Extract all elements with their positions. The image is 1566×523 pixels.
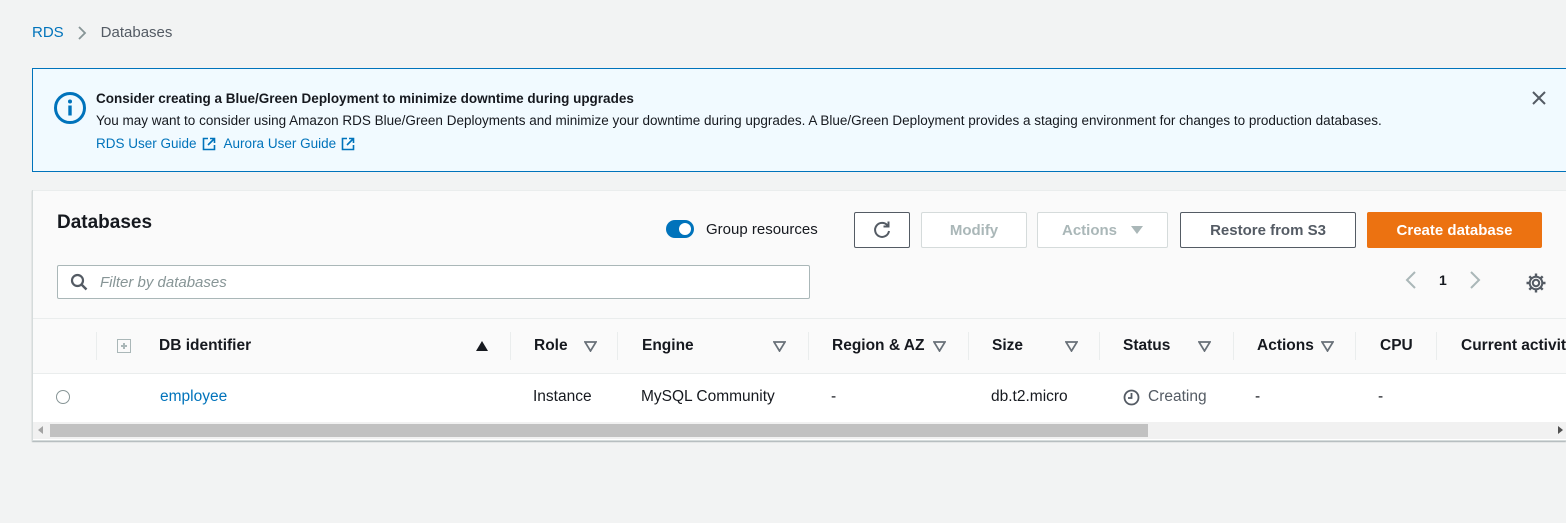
group-resources-label: Group resources (706, 220, 818, 238)
db-identifier-link[interactable]: employee (160, 388, 227, 406)
group-resources-toggle[interactable]: Group resources (666, 220, 818, 238)
panel-header (33, 190, 1566, 319)
column-label: Size (992, 337, 1024, 354)
refresh-button[interactable] (854, 212, 910, 248)
cpu-cell: - (1378, 388, 1384, 405)
column-label: Actions (1257, 337, 1314, 354)
rds-user-guide-label: RDS User Guide (96, 136, 197, 151)
actions-dropdown[interactable]: Actions (1037, 212, 1168, 248)
chevron-right-icon (78, 25, 87, 40)
size-cell: db.t2.micro (991, 388, 1068, 405)
column-label: Current activit (1461, 337, 1566, 354)
modify-button[interactable]: Modify (921, 212, 1027, 248)
column-divider (808, 332, 809, 360)
external-link-icon (341, 137, 355, 150)
breadcrumb: RDS Databases (32, 24, 172, 41)
column-header-current-activity[interactable]: Current activit (1461, 319, 1566, 373)
sort-down-icon[interactable] (1321, 341, 1334, 352)
sort-down-icon[interactable] (1065, 341, 1078, 352)
column-header-status[interactable]: Status (1123, 319, 1170, 373)
info-flashbar: Consider creating a Blue/Green Deploymen… (32, 68, 1566, 172)
filter-input[interactable] (98, 272, 782, 292)
column-header-role[interactable]: Role (534, 319, 568, 373)
column-label: Engine (642, 337, 694, 354)
pagination: 1 (1405, 270, 1481, 290)
column-divider (617, 332, 618, 360)
expand-all-icon[interactable] (117, 339, 131, 353)
refresh-icon (874, 221, 890, 238)
column-divider (1233, 332, 1234, 360)
panel-title: Databases (57, 212, 153, 233)
table-row[interactable]: employee Instance MySQL Community - db.t… (33, 374, 1566, 420)
column-divider (1436, 332, 1437, 360)
actions-cell: - (1255, 388, 1261, 405)
scroll-left-arrow-icon[interactable] (38, 426, 43, 434)
column-label: Role (534, 337, 568, 354)
column-divider (1355, 332, 1356, 360)
column-divider (1099, 332, 1100, 360)
role-cell: Instance (533, 388, 592, 405)
breadcrumb-rds-link[interactable]: RDS (32, 24, 64, 41)
info-icon (54, 92, 86, 124)
sort-down-icon[interactable] (584, 341, 597, 352)
table-header: DB identifier Role Engine Region & AZ Si… (33, 318, 1566, 374)
column-header-size[interactable]: Size (992, 319, 1023, 373)
horizontal-scrollbar[interactable] (33, 422, 1566, 439)
databases-panel: Databases Group resources Modify Actions… (32, 190, 1566, 441)
gear-icon[interactable] (1525, 272, 1547, 294)
clock-icon (1123, 389, 1140, 405)
actions-label: Actions (1061, 221, 1117, 239)
restore-from-s3-button[interactable]: Restore from S3 (1180, 212, 1356, 248)
status-cell: Creating (1123, 374, 1207, 420)
caret-down-icon (1131, 226, 1143, 234)
chevron-right-icon[interactable] (1469, 270, 1481, 290)
column-header-db-identifier[interactable]: DB identifier (159, 319, 251, 373)
column-divider (96, 332, 97, 360)
create-database-button[interactable]: Create database (1367, 212, 1542, 248)
breadcrumb-current: Databases (100, 24, 173, 41)
column-header-actions[interactable]: Actions (1257, 319, 1314, 373)
row-select-radio[interactable] (56, 390, 70, 404)
filter-box[interactable] (57, 265, 810, 299)
column-label: Region & AZ (832, 337, 925, 354)
close-icon[interactable] (1530, 89, 1548, 107)
region-az-cell: - (831, 388, 837, 405)
current-page[interactable]: 1 (1439, 272, 1447, 288)
aurora-user-guide-label: Aurora User Guide (223, 136, 337, 151)
engine-cell: MySQL Community (641, 388, 775, 405)
sort-down-icon[interactable] (933, 341, 946, 352)
scroll-right-arrow-icon[interactable] (1558, 426, 1563, 434)
external-link-icon (202, 137, 215, 150)
aurora-user-guide-link[interactable]: Aurora User Guide (224, 136, 356, 151)
column-header-cpu[interactable]: CPU (1380, 319, 1413, 373)
flash-title: Consider creating a Blue/Green Deploymen… (96, 91, 634, 106)
sort-ascending-icon[interactable] (476, 341, 488, 351)
sort-down-icon[interactable] (1198, 341, 1211, 352)
flash-message: You may want to consider using Amazon RD… (96, 113, 1382, 128)
column-label: CPU (1380, 337, 1413, 354)
flash-links: RDS User Guide Aurora User Guide (96, 136, 363, 151)
chevron-left-icon[interactable] (1405, 270, 1417, 290)
column-divider (510, 332, 511, 360)
column-label: Status (1123, 337, 1171, 354)
column-divider (968, 332, 969, 360)
status-label: Creating (1148, 388, 1207, 405)
toggle-switch[interactable] (666, 220, 694, 238)
column-header-engine[interactable]: Engine (642, 319, 694, 373)
search-icon (70, 273, 88, 291)
rds-user-guide-link[interactable]: RDS User Guide (96, 136, 216, 151)
column-header-region-az[interactable]: Region & AZ (832, 319, 924, 373)
column-label: DB identifier (159, 337, 252, 354)
scrollbar-thumb[interactable] (50, 424, 1148, 437)
sort-down-icon[interactable] (773, 341, 786, 352)
